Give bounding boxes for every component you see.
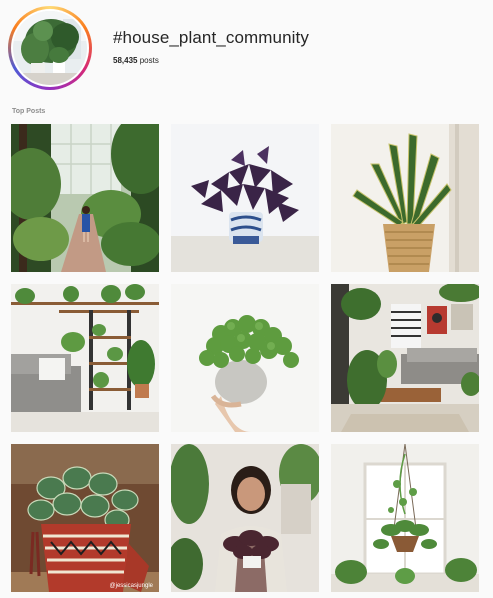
post-count-number: 58,435	[113, 56, 138, 65]
post-tile[interactable]	[331, 124, 479, 272]
post-tile[interactable]	[171, 284, 319, 432]
avatar-image	[13, 11, 87, 85]
post-shelf-living-room-image	[11, 284, 159, 432]
hashtag-avatar	[8, 6, 92, 90]
post-hand-held-succulent-image	[171, 284, 319, 432]
post-snake-plant-basket-image	[331, 124, 479, 272]
watermark-text: @jessicasjungle	[110, 583, 154, 589]
post-purple-oxalis-image	[171, 124, 319, 272]
post-tile[interactable]: @jessicasjungle	[11, 444, 159, 592]
post-tile[interactable]	[11, 124, 159, 272]
post-tile[interactable]	[171, 444, 319, 592]
top-posts-grid: @jessicasjungle	[11, 124, 479, 592]
top-posts-heading: Top Posts	[12, 108, 46, 115]
post-hanging-planter-window-image	[331, 444, 479, 592]
post-greenhouse-woman-image	[11, 124, 159, 272]
hashtag-header: #house_plant_community 58,435 posts Top …	[0, 0, 493, 115]
post-woman-holding-plant-image	[171, 444, 319, 592]
hashtag-title: #house_plant_community	[113, 28, 309, 47]
post-count-label: posts	[139, 56, 159, 65]
post-watermelon-peperomia-image: @jessicasjungle	[11, 444, 159, 592]
post-tile[interactable]	[331, 284, 479, 432]
post-tile[interactable]	[331, 444, 479, 592]
post-count: 58,435 posts	[113, 56, 159, 65]
post-tile[interactable]	[171, 124, 319, 272]
post-boho-living-room-image	[331, 284, 479, 432]
post-tile[interactable]	[11, 284, 159, 432]
